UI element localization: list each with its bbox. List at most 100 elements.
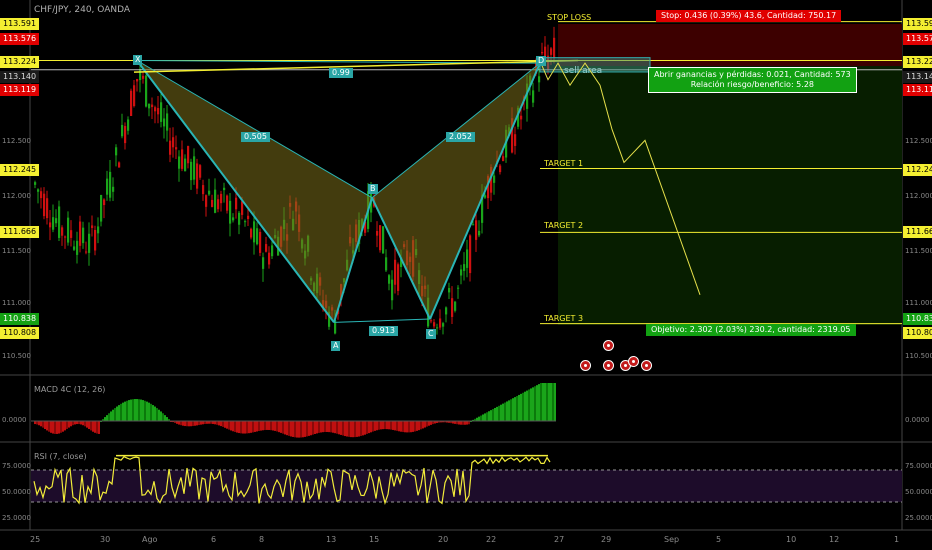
price-label-right: 113.224 [903, 56, 932, 68]
candle-body [451, 298, 454, 317]
candle-body [382, 226, 385, 254]
macd-bar [50, 421, 52, 433]
event-marker-icon[interactable] [641, 360, 652, 371]
event-marker-icon[interactable] [580, 360, 591, 371]
pnl-line-1: Abrir ganancias y pérdidas: 0.021, Canti… [654, 70, 851, 79]
macd-bar [392, 421, 394, 430]
candle-body [157, 108, 160, 115]
macd-bar [274, 421, 276, 431]
candle-body [127, 119, 130, 131]
macd-bar [368, 421, 370, 434]
macd-bar [190, 421, 192, 427]
macd-bar [88, 421, 90, 430]
profit-zone [558, 66, 902, 325]
macd-bar [324, 421, 326, 433]
rsi-indicator-label[interactable]: RSI (7, close) [34, 452, 87, 461]
macd-bar [180, 421, 182, 426]
event-marker-icon[interactable] [628, 356, 639, 367]
macd-bar [246, 421, 248, 434]
macd-bar [458, 421, 460, 425]
pattern-point-b: B [368, 184, 378, 194]
macd-bar [236, 421, 238, 433]
candle-body [178, 156, 181, 169]
rsi-tick-left: 25.0000 [2, 514, 31, 522]
candle-body [232, 217, 235, 221]
macd-bar [312, 421, 314, 435]
candle-body [244, 221, 247, 223]
macd-bar [400, 421, 402, 432]
macd-bar [126, 400, 128, 421]
macd-bar [150, 403, 152, 421]
candle-body [235, 197, 238, 210]
macd-bar [330, 421, 332, 433]
macd-bar [348, 421, 350, 437]
macd-bar [144, 400, 146, 421]
pattern-triangle-xab [137, 60, 372, 323]
macd-bar [98, 421, 100, 434]
price-tick-left: 110.500 [2, 352, 31, 360]
macd-bar [482, 414, 484, 421]
candle-body [43, 193, 46, 217]
time-tick: 13 [326, 535, 337, 544]
candle-body [532, 90, 535, 103]
candle-body [457, 287, 460, 289]
time-tick: 27 [554, 535, 565, 544]
candle-body [37, 189, 40, 192]
macd-bar [56, 421, 58, 434]
candle-body [478, 230, 481, 236]
candle-body [379, 225, 382, 251]
macd-bar [550, 383, 552, 421]
macd-bar [268, 421, 270, 430]
macd-bar [370, 421, 372, 433]
candle-body [52, 217, 55, 230]
macd-bar [282, 421, 284, 434]
price-label-left: 112.245 [0, 164, 40, 176]
time-tick: Sep [664, 535, 680, 544]
pattern-point-a: A [331, 341, 341, 351]
price-label-left: 113.576 [0, 33, 40, 45]
macd-bar [232, 421, 234, 432]
macd-bar [46, 421, 48, 431]
macd-bar [524, 391, 526, 421]
macd-bar [182, 421, 184, 426]
macd-bar [484, 413, 486, 421]
candle-body [223, 187, 226, 191]
price-label-left: 113.119 [0, 84, 40, 96]
macd-bar [142, 400, 144, 421]
macd-bar [72, 421, 74, 426]
macd-bar [118, 405, 120, 421]
macd-bar [166, 417, 168, 421]
macd-bar [266, 421, 268, 430]
event-marker-icon[interactable] [603, 360, 614, 371]
candle-body [265, 244, 268, 252]
macd-bar [412, 421, 414, 432]
macd-bar [196, 421, 198, 426]
price-tick-left: 112.000 [2, 192, 31, 200]
candle-body [385, 257, 388, 271]
candle-body [187, 146, 190, 164]
price-label-right: 111.666 [903, 226, 932, 238]
price-label-right: 113.119 [903, 84, 932, 96]
macd-bar [276, 421, 278, 432]
macd-bar [340, 421, 342, 435]
candle-body [211, 199, 214, 207]
macd-indicator-label[interactable]: MACD 4C (12, 26) [34, 385, 105, 394]
macd-bar [396, 421, 398, 431]
candle-body [148, 103, 151, 109]
macd-bar [38, 421, 40, 426]
macd-bar [372, 421, 374, 432]
macd-bar [284, 421, 286, 435]
macd-bar [296, 421, 298, 438]
candle-body [97, 226, 100, 234]
macd-bar [68, 421, 70, 428]
macd-bar [82, 421, 84, 426]
pnl-info-box: Abrir ganancias y pérdidas: 0.021, Canti… [648, 67, 857, 93]
pnl-line-2: Relación riesgo/beneficio: 5.28 [690, 80, 814, 89]
macd-bar [134, 399, 136, 421]
candle-body [514, 134, 517, 146]
macd-bar [288, 421, 290, 436]
event-marker-icon[interactable] [603, 340, 614, 351]
macd-bar [238, 421, 240, 434]
macd-bar [378, 421, 380, 430]
macd-bar [194, 421, 196, 426]
